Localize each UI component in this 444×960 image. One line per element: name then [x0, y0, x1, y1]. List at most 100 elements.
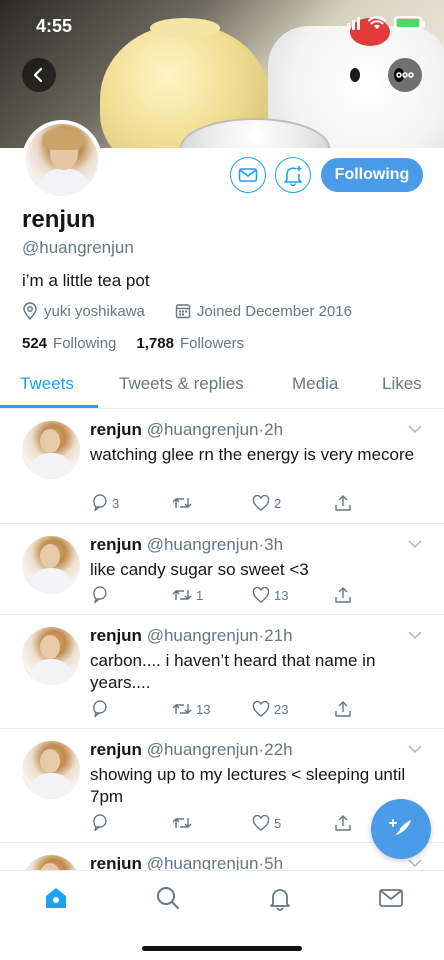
home-indicator [142, 946, 302, 951]
tweet-author-handle: @huangrenjun [146, 740, 259, 759]
heart-icon [252, 587, 270, 603]
nav-messages[interactable] [376, 883, 406, 913]
tweet-time: 21h [264, 626, 293, 645]
profile-name: renjun [22, 206, 96, 233]
profile-handle: @huangrenjun [22, 238, 134, 257]
chevron-down-icon[interactable] [408, 745, 422, 754]
following-label[interactable]: Following [53, 335, 116, 352]
bell-icon [270, 889, 290, 911]
tweet-header: renjun @huangrenjun·21h [90, 626, 293, 646]
more-options-button[interactable] [388, 58, 422, 92]
retweet-button[interactable] [172, 495, 252, 511]
heart-icon [252, 815, 270, 831]
tweet-time: 2h [264, 420, 284, 439]
reply-button[interactable] [90, 814, 172, 832]
tweet[interactable]: renjun @huangrenjun·2h watching glee rn … [0, 409, 444, 524]
retweet-button[interactable]: 13 [172, 701, 252, 717]
tab-tweets[interactable]: Tweets [20, 374, 74, 394]
tweet-text: showing up to my lectures < sleeping unt… [90, 765, 406, 806]
tweet-avatar[interactable] [22, 421, 80, 479]
tab-tweets-replies[interactable]: Tweets & replies [119, 374, 244, 394]
chevron-down-icon[interactable] [408, 425, 422, 434]
like-count: 2 [274, 495, 282, 511]
like-count: 23 [274, 701, 289, 717]
back-button[interactable] [22, 58, 56, 92]
retweet-button[interactable]: 1 [172, 587, 252, 603]
more-icon [396, 72, 414, 78]
tweet[interactable]: renjun @huangrenjun·21h carbon.... i hav… [0, 615, 444, 729]
wifi-icon [368, 16, 386, 29]
like-button[interactable]: 2 [252, 495, 334, 511]
tweet-avatar[interactable] [22, 536, 80, 594]
heart-icon [252, 701, 270, 717]
follow-counts: 524 Following 1,788 Followers [22, 335, 244, 352]
reply-icon [93, 700, 107, 718]
like-count: 5 [274, 815, 282, 831]
home-icon [46, 888, 66, 908]
share-button[interactable] [334, 814, 352, 832]
compose-icon [389, 819, 411, 838]
share-button[interactable] [334, 494, 352, 512]
notifications-toggle-button[interactable] [275, 157, 311, 193]
chevron-down-icon[interactable] [408, 540, 422, 549]
tweet-text: carbon.... i haven’t heard that name in … [90, 651, 376, 692]
reply-button[interactable] [90, 586, 172, 604]
tweet-actions: 13 23 [90, 700, 352, 718]
tweet-actions: 5 [90, 814, 352, 832]
nav-search[interactable] [153, 883, 183, 913]
retweet-icon [172, 704, 192, 714]
tab-media[interactable]: Media [292, 374, 338, 394]
tweet-time: 22h [264, 740, 293, 759]
status-bar: 4:55 [0, 0, 444, 50]
profile-avatar[interactable] [22, 120, 102, 200]
tab-likes[interactable]: Likes [382, 374, 422, 394]
mail-icon [238, 168, 258, 182]
compose-tweet-button[interactable] [371, 799, 431, 859]
message-button[interactable] [230, 157, 266, 193]
share-icon [335, 495, 351, 511]
banner-kitty-eye [350, 68, 360, 82]
search-icon [157, 887, 179, 909]
tweet-actions: 3 2 [90, 494, 352, 512]
active-tab-indicator [0, 405, 98, 408]
nav-notifications[interactable] [265, 883, 295, 913]
tweet-avatar[interactable] [22, 627, 80, 685]
tweet-text: watching glee rn the energy is very meco… [90, 445, 415, 464]
tweet-author-name: renjun [90, 740, 142, 759]
signal-icon [342, 16, 360, 30]
share-icon [335, 701, 351, 717]
tweet-actions: 1 13 [90, 586, 352, 604]
following-count[interactable]: 524 [22, 335, 47, 352]
reply-icon [93, 814, 107, 832]
reply-button[interactable] [90, 700, 172, 718]
chevron-down-icon[interactable] [408, 859, 422, 868]
tweet[interactable]: renjun @huangrenjun·3h like candy sugar … [0, 524, 444, 615]
tweet-author-handle: @huangrenjun [146, 626, 259, 645]
retweet-count: 13 [196, 701, 211, 717]
share-button[interactable] [334, 700, 352, 718]
like-button[interactable]: 5 [252, 815, 334, 831]
like-button[interactable]: 23 [252, 701, 334, 717]
share-icon [335, 815, 351, 831]
tweet-header: renjun @huangrenjun·22h [90, 740, 293, 760]
nav-home[interactable] [41, 883, 71, 913]
following-button[interactable]: Following [321, 158, 423, 192]
followers-count[interactable]: 1,788 [136, 335, 174, 352]
share-button[interactable] [334, 586, 352, 604]
chevron-down-icon[interactable] [408, 631, 422, 640]
reply-button[interactable]: 3 [90, 494, 172, 512]
reply-count: 3 [112, 495, 120, 511]
share-icon [335, 587, 351, 603]
retweet-button[interactable] [172, 815, 252, 831]
followers-label[interactable]: Followers [180, 335, 244, 352]
tweet-avatar[interactable] [22, 741, 80, 799]
tweet-text: like candy sugar so sweet <3 [90, 560, 309, 579]
like-button[interactable]: 13 [252, 587, 334, 603]
battery-icon [394, 16, 425, 30]
profile-bio: i’m a little tea pot [22, 271, 150, 290]
location-pin-icon [23, 302, 37, 320]
profile-joined: Joined December 2016 [196, 302, 352, 320]
bell-plus-icon [284, 166, 302, 186]
tweet-time: 3h [264, 535, 284, 554]
tweet-author-name: renjun [90, 626, 142, 645]
